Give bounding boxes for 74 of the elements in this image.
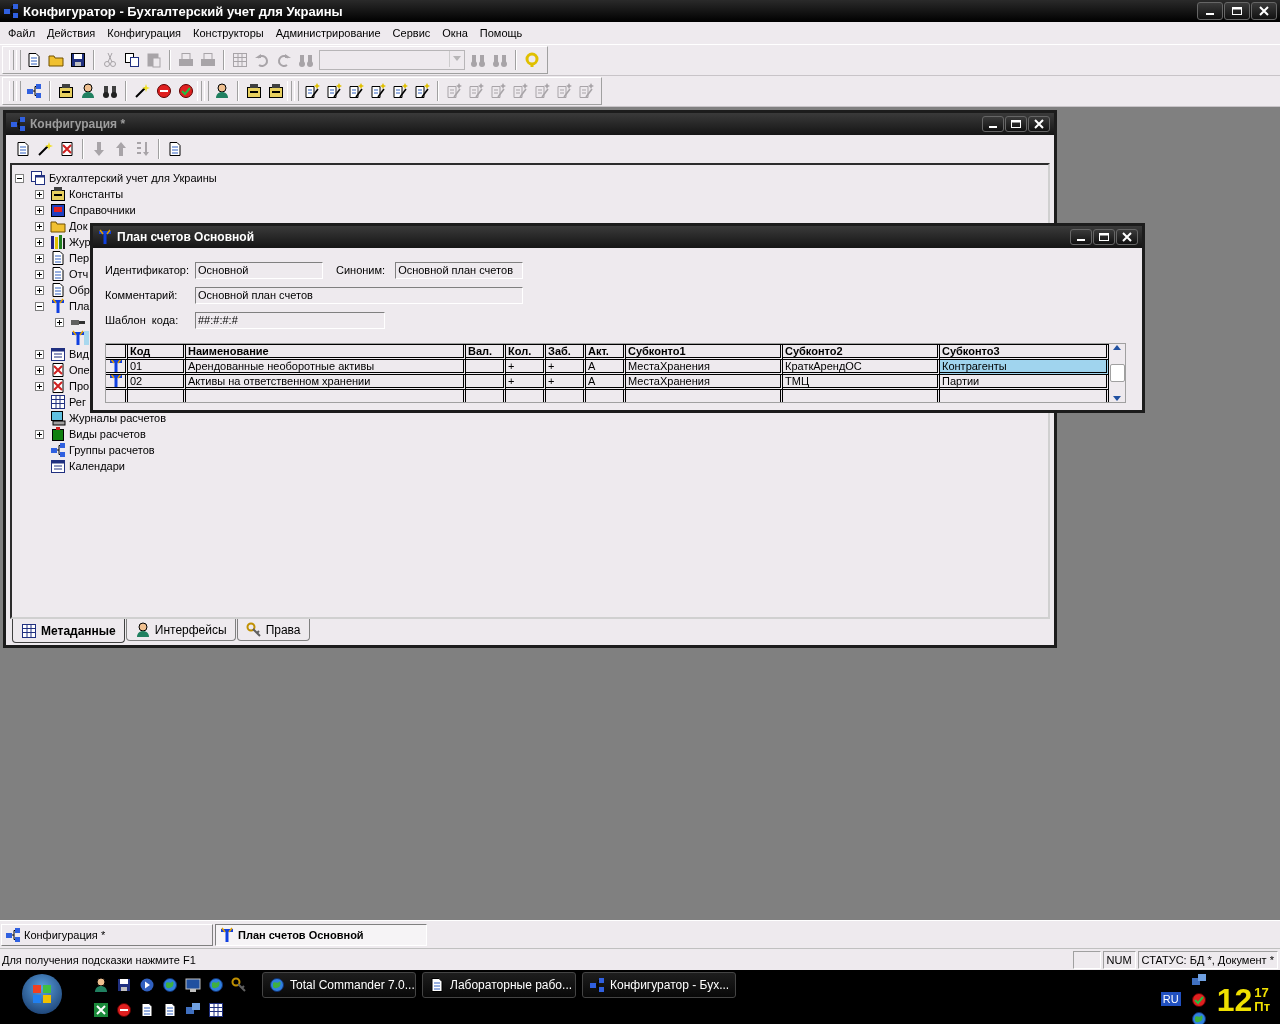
table-cell[interactable]: МестаХранения bbox=[626, 375, 783, 390]
tree-item[interactable]: Справочники bbox=[68, 204, 137, 216]
menu-item[interactable]: Конфигурация bbox=[101, 27, 188, 39]
table-cell[interactable]: А bbox=[586, 375, 626, 390]
menu-item[interactable]: Окна bbox=[436, 27, 474, 39]
language-indicator[interactable]: RU bbox=[1160, 991, 1181, 1006]
window-button[interactable]: Конфигурация * bbox=[1, 923, 213, 946]
menu-item[interactable]: Администрирование bbox=[269, 27, 387, 39]
tree-item[interactable]: Календари bbox=[68, 460, 126, 472]
tree-item[interactable]: Журналы расчетов bbox=[68, 412, 168, 424]
taskbar-button[interactable]: Total Commander 7.0... bbox=[262, 972, 416, 998]
clock-hour: 12 bbox=[1216, 983, 1253, 1016]
table-cell[interactable]: А bbox=[586, 360, 626, 375]
table-cell[interactable]: 01 bbox=[128, 360, 186, 375]
tab[interactable]: Метаданные bbox=[12, 619, 125, 643]
window-title: Конфигурация * bbox=[30, 117, 127, 131]
taskbar-button[interactable]: Конфигуратор - Бух... bbox=[582, 972, 736, 998]
tree-item[interactable]: Константы bbox=[68, 188, 125, 200]
field-label: Идентификатор: bbox=[105, 264, 191, 276]
menu-item[interactable]: Действия bbox=[41, 27, 102, 39]
column-header[interactable]: Субконто2 bbox=[783, 344, 940, 360]
table-cell[interactable]: Контрагенты bbox=[940, 360, 1109, 375]
tree-item[interactable]: Пер bbox=[68, 252, 91, 264]
tree-item[interactable]: Про bbox=[68, 380, 91, 392]
column-header[interactable]: Наименование bbox=[186, 344, 466, 360]
tree-item[interactable]: Док bbox=[68, 220, 89, 232]
tab[interactable]: Интерфейсы bbox=[125, 619, 236, 641]
tree-item[interactable]: Обр bbox=[68, 284, 91, 296]
menu-item[interactable]: Файл bbox=[2, 27, 42, 39]
tree-item[interactable]: Группы расчетов bbox=[68, 444, 156, 456]
code-template-field[interactable]: ##:#:#:# bbox=[195, 311, 385, 329]
tree-item[interactable]: Бухгалтерский учет для Украины bbox=[48, 172, 218, 184]
menu-item[interactable]: Конструкторы bbox=[187, 27, 270, 39]
field-label: Комментарий: bbox=[105, 289, 179, 301]
table-cell[interactable]: КраткАрендОС bbox=[783, 360, 940, 375]
table-cell[interactable]: МестаХранения bbox=[626, 360, 783, 375]
identifier-field[interactable]: Основной bbox=[195, 261, 323, 279]
table-cell[interactable]: ТМЦ bbox=[783, 375, 940, 390]
status-text: СТАТУС: БД *, Документ * bbox=[1137, 950, 1278, 969]
table-cell[interactable]: Активы на ответственном хранении bbox=[186, 375, 466, 390]
menu-item[interactable]: Помощь bbox=[473, 27, 529, 39]
window-button[interactable]: План счетов Основной bbox=[215, 923, 427, 946]
table-cell[interactable]: + bbox=[506, 375, 546, 390]
field-label: Синоним: bbox=[336, 264, 386, 276]
status-num: NUM bbox=[1102, 950, 1136, 969]
tree-item[interactable]: Опе bbox=[68, 364, 91, 376]
tree-item[interactable]: Рег bbox=[68, 396, 87, 408]
column-header[interactable]: Заб. bbox=[546, 344, 586, 360]
window-title: План счетов Основной bbox=[117, 230, 256, 244]
table-cell[interactable]: + bbox=[506, 360, 546, 375]
column-header[interactable]: Акт. bbox=[586, 344, 626, 360]
tab[interactable]: Права bbox=[236, 619, 310, 641]
menu-item[interactable]: Сервис bbox=[386, 27, 437, 39]
synonym-field[interactable]: Основной план счетов bbox=[395, 261, 524, 279]
table-cell[interactable]: 02 bbox=[128, 375, 186, 390]
column-header[interactable]: Код bbox=[128, 344, 186, 360]
tree-item[interactable]: Вид bbox=[68, 348, 90, 360]
tree-item[interactable]: Отч bbox=[68, 268, 90, 280]
app-title: Конфигуратор - Бухгалтерский учет для Украины bbox=[23, 3, 344, 19]
column-header[interactable]: Вал. bbox=[466, 344, 506, 360]
clock-minute: 17 bbox=[1254, 985, 1270, 1000]
table-cell[interactable]: + bbox=[546, 375, 586, 390]
clock-day: Пт bbox=[1254, 999, 1270, 1014]
field-label: Шаблон кода: bbox=[105, 314, 180, 326]
tree-item[interactable]: Виды расчетов bbox=[68, 428, 147, 440]
status-hint: Для получения подсказки нажмите F1 bbox=[1, 953, 197, 966]
tree-item[interactable]: Пла bbox=[68, 300, 91, 312]
column-header[interactable]: Кол. bbox=[506, 344, 546, 360]
column-header[interactable]: Субконто1 bbox=[626, 344, 783, 360]
tree-item[interactable]: Жур bbox=[68, 236, 92, 248]
table-cell[interactable]: Арендованные необоротные активы bbox=[186, 360, 466, 375]
taskbar-button[interactable]: Лабораторные рабо... bbox=[422, 972, 576, 998]
table-cell[interactable]: + bbox=[546, 360, 586, 375]
comment-field[interactable]: Основной план счетов bbox=[195, 286, 523, 304]
